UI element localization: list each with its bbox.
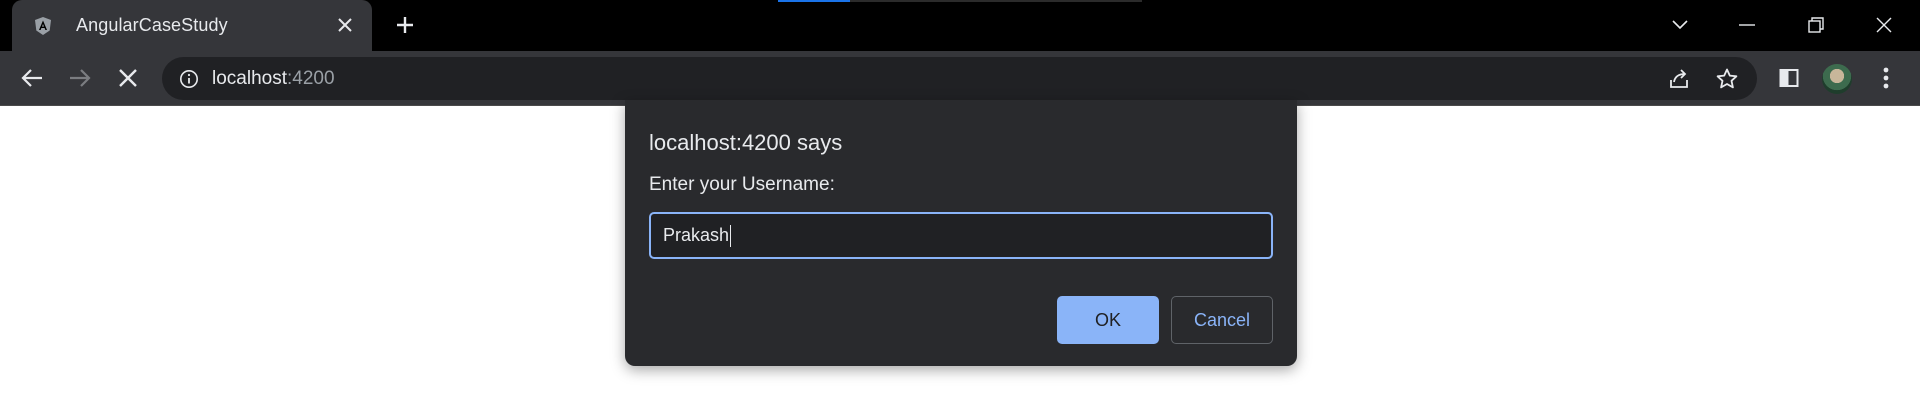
angular-logo-icon <box>32 15 54 37</box>
bookmark-star-icon[interactable] <box>1715 67 1739 91</box>
more-menu-icon[interactable] <box>1868 60 1904 96</box>
address-bar[interactable]: localhost:4200 <box>162 57 1757 100</box>
ok-button[interactable]: OK <box>1057 296 1159 344</box>
url-port: :4200 <box>287 67 335 89</box>
share-icon[interactable] <box>1667 67 1691 91</box>
tab-strip: AngularCaseStudy <box>0 0 1920 51</box>
username-input[interactable]: Prakash <box>649 212 1273 259</box>
cancel-button[interactable]: Cancel <box>1171 296 1273 344</box>
dialog-message: Enter your Username: <box>649 174 835 195</box>
address-url: localhost:4200 <box>212 68 335 90</box>
restore-icon[interactable] <box>1796 8 1836 42</box>
new-tab-button[interactable] <box>390 10 420 40</box>
tab-active[interactable]: AngularCaseStudy <box>12 0 372 51</box>
page-loading-progress <box>778 0 850 2</box>
side-panel-icon[interactable] <box>1771 60 1807 96</box>
stop-loading-icon[interactable] <box>110 60 146 96</box>
dialog-title: localhost:4200 says <box>649 130 843 155</box>
profile-avatar[interactable] <box>1822 64 1852 94</box>
url-host: localhost <box>212 67 287 89</box>
close-icon[interactable] <box>332 12 358 38</box>
window-close-icon[interactable] <box>1864 8 1904 42</box>
browser-toolbar: localhost:4200 <box>0 51 1920 106</box>
back-arrow-icon[interactable] <box>14 60 50 96</box>
forward-arrow-icon[interactable] <box>62 60 98 96</box>
minimize-icon[interactable] <box>1727 8 1767 42</box>
tab-search-chevron-down-icon[interactable] <box>1660 8 1700 42</box>
prompt-dialog: localhost:4200 says Enter your Username:… <box>625 100 1297 366</box>
tab-title: AngularCaseStudy <box>76 15 228 35</box>
username-input-value: Prakash <box>663 225 730 245</box>
text-caret <box>730 224 732 247</box>
site-info-icon[interactable] <box>178 68 200 90</box>
